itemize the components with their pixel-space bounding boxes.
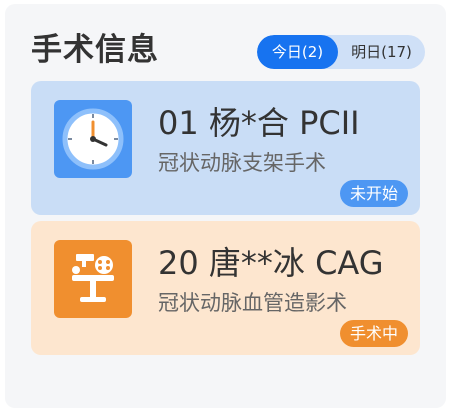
procedure-name: 冠状动脉支架手术 xyxy=(158,151,326,175)
tab-today[interactable]: 今日(2) xyxy=(257,35,338,69)
tab-tomorrow[interactable]: 明日(17) xyxy=(338,35,425,69)
patient-line: 01 杨*合 PCII xyxy=(158,104,360,142)
panel-title: 手术信息 xyxy=(31,32,159,68)
procedure-name: 冠状动脉血管造影术 xyxy=(158,291,347,315)
surgery-icon xyxy=(54,240,132,318)
status-badge: 未开始 xyxy=(339,180,408,207)
status-badge: 手术中 xyxy=(339,320,408,347)
day-tab-group: 今日(2) 明日(17) xyxy=(257,35,425,69)
surgery-card[interactable]: 01 杨*合 PCII 冠状动脉支架手术 未开始 xyxy=(31,81,420,215)
surgery-card[interactable]: 20 唐**冰 CAG 冠状动脉血管造影术 手术中 xyxy=(31,221,420,355)
clock-icon xyxy=(54,100,132,178)
patient-line: 20 唐**冰 CAG xyxy=(158,244,384,282)
